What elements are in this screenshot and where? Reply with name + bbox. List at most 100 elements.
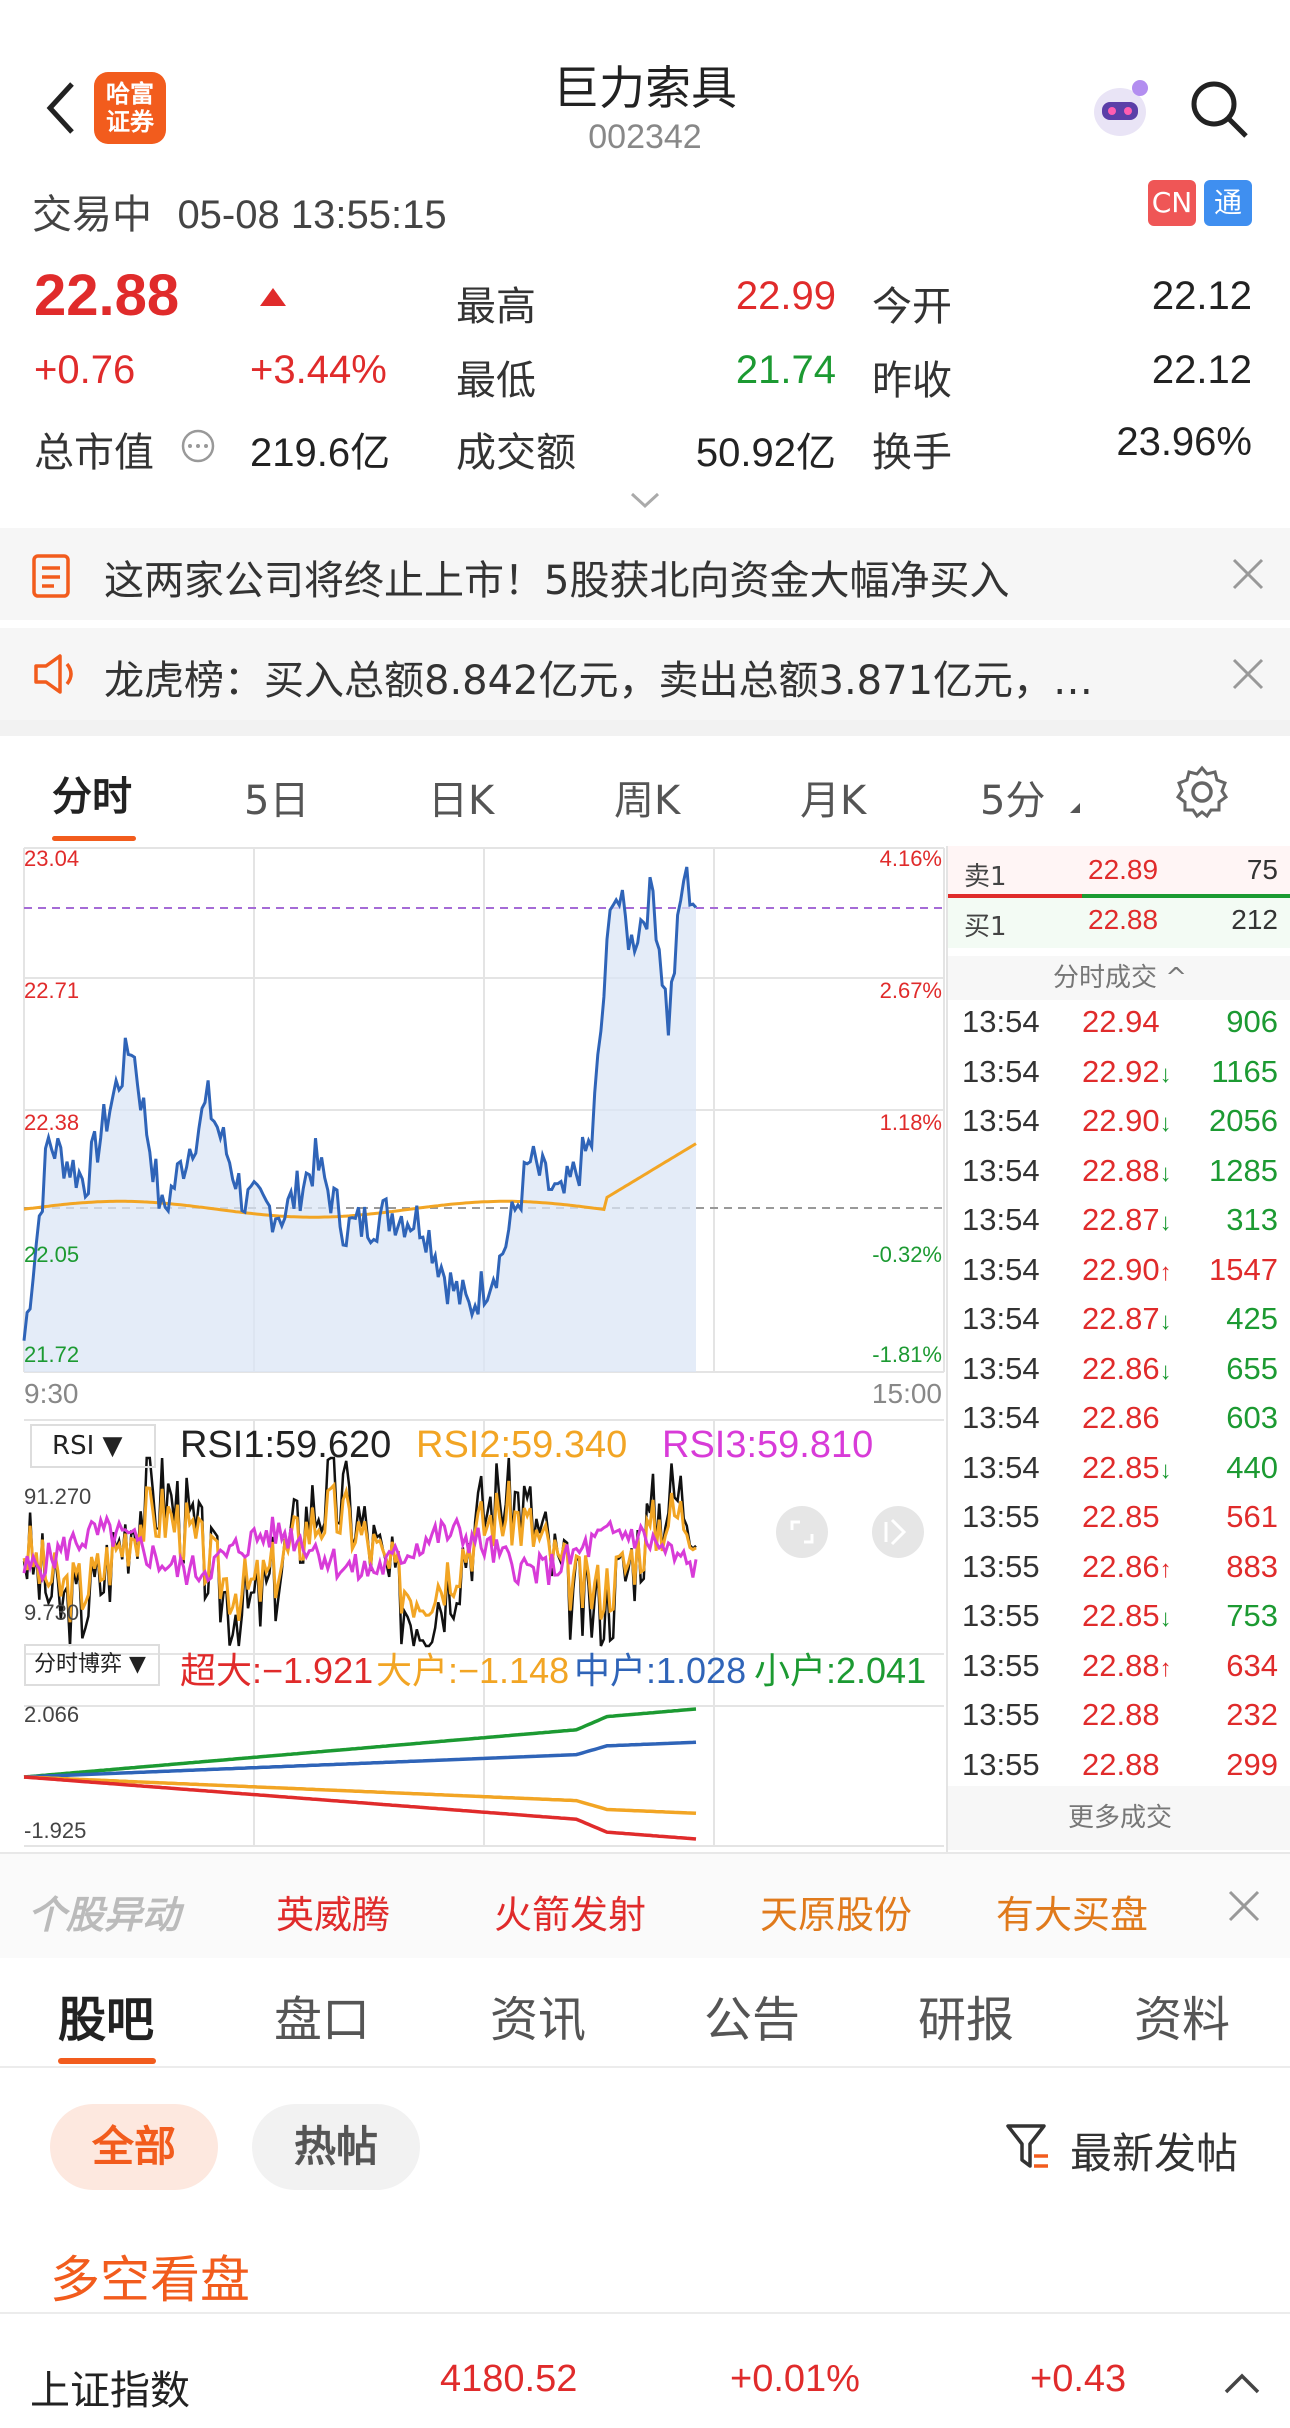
high-value: 22.99 [735, 274, 836, 318]
price-change-pct: +3.44% [250, 348, 387, 392]
order-book: 卖1 22.89 75 买1 22.88 212 分时成交 ^ 13:54 22.… [946, 846, 1290, 1852]
y-left-tick: 22.05 [24, 1242, 80, 1267]
robot-avatar-icon[interactable] [1082, 72, 1158, 148]
trade-row: 13:55 22.88↑ 634 [948, 1648, 1290, 1696]
sort-filter-icon[interactable] [1004, 2122, 1050, 2176]
trade-row: 13:55 22.86↑ 883 [948, 1549, 1290, 1597]
news-item[interactable]: 龙虎榜：买入总额8.842亿元，卖出总额3.871亿元，… [0, 628, 1290, 720]
expand-chevron-icon[interactable] [628, 490, 662, 514]
close-icon[interactable] [1230, 556, 1266, 596]
rsi3-value: RSI3:59.810 [662, 1424, 874, 1466]
up-arrow-icon [258, 286, 288, 312]
trade-price: 22.88↓ [1082, 1152, 1172, 1188]
gear-icon[interactable] [1174, 764, 1230, 824]
index-change: +0.43 [1030, 2358, 1127, 2400]
flow-large: 大户:−1.148 [376, 1650, 570, 1691]
trade-volume: 1285 [1209, 1152, 1278, 1188]
trade-volume: 906 [1226, 1004, 1278, 1039]
prev-close-value: 22.12 [1151, 348, 1252, 392]
tab-research[interactable]: 研报 [918, 1980, 1014, 2050]
y-right-tick: 2.67% [879, 978, 942, 1003]
trade-time: 13:54 [962, 1449, 1040, 1485]
tab-weekly-k[interactable]: 周K [614, 768, 680, 826]
x-end-label: 15:00 [871, 1378, 942, 1409]
info-icon[interactable] [180, 428, 216, 468]
index-name: 上证指数 [30, 2368, 190, 2414]
more-trades-button[interactable]: 更多成交 [948, 1786, 1290, 1850]
tab-announcements[interactable]: 公告 [704, 1980, 800, 2050]
trade-volume: 1547 [1209, 1251, 1278, 1287]
hot-item[interactable]: 火箭发射 [494, 1884, 646, 1939]
tab-profile[interactable]: 资料 [1134, 1980, 1230, 2050]
tab-news[interactable]: 资讯 [490, 1980, 586, 2050]
trade-row: 13:55 22.88 232 [948, 1697, 1290, 1745]
filter-all-button[interactable]: 全部 [50, 2104, 218, 2190]
y-right-tick: -0.32% [872, 1242, 942, 1267]
speaker-icon [30, 650, 80, 702]
trade-price: 22.90↑ [1082, 1251, 1172, 1287]
large-holder-flow-line [23, 1775, 697, 1816]
document-icon [30, 552, 74, 604]
trade-volume: 299 [1226, 1746, 1278, 1782]
news-item[interactable]: 这两家公司将终止上市！5股获北向资金大幅净买入 [0, 528, 1290, 620]
tab-5day[interactable]: 5日 [244, 768, 309, 826]
flow-selector[interactable]: 分时博弈 ▼ [24, 1644, 160, 1686]
news-text: 龙虎榜：买入总额8.842亿元，卖出总额3.871亿元，… [104, 658, 1094, 704]
tab-guba[interactable]: 股吧 [58, 1980, 154, 2050]
trade-row: 13:55 22.85 561 [948, 1499, 1290, 1547]
sell1-volume: 75 [1246, 854, 1278, 885]
rsi-max: 91.270 [24, 1484, 92, 1509]
trade-volume: 425 [1226, 1301, 1278, 1336]
badge-cn: CN [1148, 180, 1196, 226]
open-value: 22.12 [1151, 274, 1252, 318]
trade-time: 13:54 [962, 1202, 1040, 1237]
sort-newest-button[interactable]: 最新发帖 [1070, 2120, 1238, 2181]
hot-item[interactable]: 有大买盘 [996, 1884, 1148, 1939]
tab-5min[interactable]: 5分 [980, 768, 1045, 826]
trade-row: 13:54 22.90↑ 1547 [948, 1252, 1290, 1300]
close-icon[interactable] [1226, 1888, 1262, 1928]
tab-pankou[interactable]: 盘口 [274, 1980, 370, 2050]
rsi-selector[interactable]: RSI ▼ [30, 1424, 156, 1468]
trade-volume: 561 [1226, 1499, 1278, 1534]
trading-status: 交易中 05-08 13:55:15 [32, 192, 447, 238]
news-text: 这两家公司将终止上市！5股获北向资金大幅净买入 [104, 558, 1010, 604]
trade-price: 22.88 [1082, 1746, 1160, 1782]
trade-volume: 313 [1226, 1202, 1278, 1237]
divider [0, 720, 1290, 736]
intraday-chart[interactable] [0, 846, 946, 1856]
trade-volume: 232 [1226, 1697, 1278, 1732]
buy1-label: 买1 [964, 912, 1007, 942]
amount-label: 成交额 [456, 430, 576, 476]
trade-time: 13:54 [962, 1350, 1040, 1386]
tab-daily-k[interactable]: 日K [428, 768, 494, 826]
trade-price: 22.87↓ [1082, 1301, 1172, 1336]
trade-price: 22.94 [1082, 1004, 1160, 1039]
close-icon[interactable] [1230, 656, 1266, 696]
trades-header[interactable]: 分时成交 ^ [948, 956, 1290, 1000]
tab-intraday[interactable]: 分时 [52, 764, 132, 822]
trade-row: 13:54 22.94 906 [948, 1004, 1290, 1052]
trade-row: 13:54 22.87↓ 425 [948, 1301, 1290, 1349]
y-left-tick: 22.71 [24, 978, 80, 1003]
trade-time: 13:55 [962, 1746, 1040, 1782]
trade-time: 13:54 [962, 1400, 1040, 1435]
fullscreen-icon[interactable] [776, 1506, 828, 1558]
tab-monthly-k[interactable]: 月K [800, 768, 866, 826]
x-start-label: 9:30 [24, 1378, 79, 1409]
trade-price: 22.88↑ [1082, 1647, 1172, 1683]
trade-time: 13:54 [962, 1251, 1040, 1287]
trade-volume: 753 [1226, 1598, 1278, 1633]
hot-item[interactable]: 天原股份 [760, 1884, 912, 1939]
hot-movers-label: 个股异动 [28, 1893, 181, 1937]
trade-time: 13:55 [962, 1647, 1040, 1683]
hot-item[interactable]: 英威腾 [276, 1884, 390, 1939]
tab-indicator [58, 2058, 156, 2064]
search-icon[interactable] [1188, 78, 1250, 140]
chevron-up-icon[interactable] [1222, 2370, 1262, 2400]
index-value: 4180.52 [440, 2358, 578, 2400]
divider [0, 2312, 1290, 2314]
next-icon[interactable] [872, 1506, 924, 1558]
filter-hot-button[interactable]: 热帖 [252, 2104, 420, 2190]
trade-volume: 883 [1226, 1548, 1278, 1584]
